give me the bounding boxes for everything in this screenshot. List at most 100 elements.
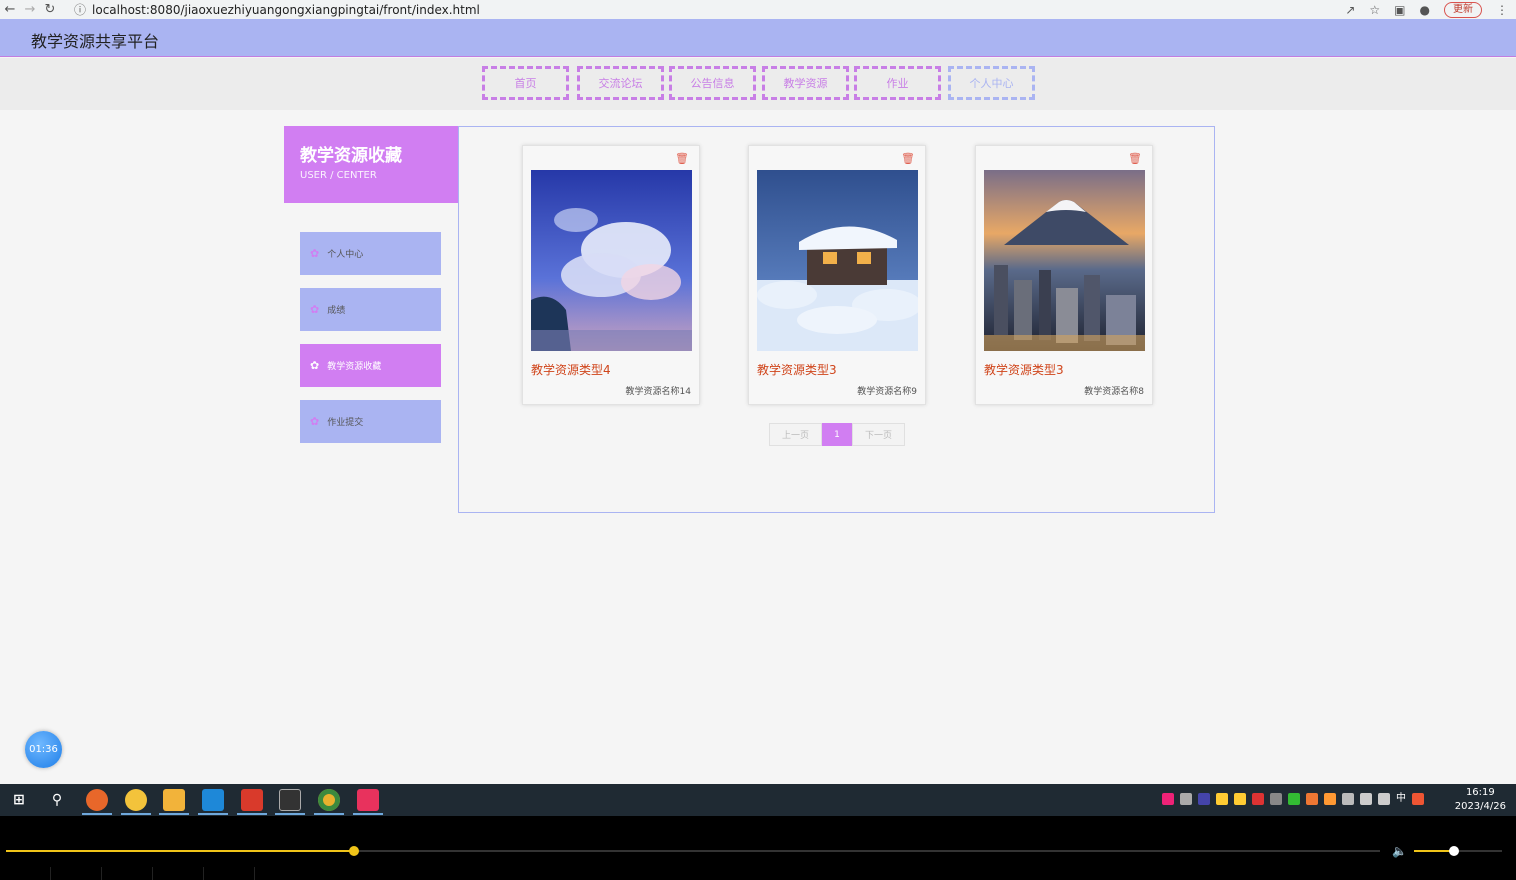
- resource-type[interactable]: 教学资源类型3: [757, 361, 837, 378]
- input-language[interactable]: 中: [1396, 793, 1406, 805]
- sidebar-item-grades[interactable]: ✿ 成绩: [300, 288, 441, 331]
- windows-taskbar: ⊞ ⚲ 中 16:19 2023/4/26: [0, 784, 1516, 816]
- prev-page-button[interactable]: 上一页: [769, 423, 822, 446]
- resource-card[interactable]: 🗑 教学资源类型3 教学资源名称8: [975, 145, 1153, 405]
- update-button[interactable]: 更新: [1444, 1, 1482, 18]
- chrome-icon[interactable]: [318, 789, 340, 811]
- nav-user-center[interactable]: 个人中心: [948, 66, 1035, 100]
- system-tray: 中: [1162, 793, 1424, 805]
- resource-name: 教学资源名称14: [625, 387, 691, 397]
- profile-icon[interactable]: ●: [1420, 3, 1430, 17]
- progress-track[interactable]: [6, 846, 1380, 856]
- forward-icon[interactable]: →: [20, 2, 40, 17]
- sidebar-item-label: 成绩: [327, 306, 346, 316]
- recording-timer[interactable]: 01:36: [25, 731, 62, 768]
- flower-icon: ✿: [310, 359, 320, 372]
- volume-track[interactable]: [1414, 846, 1502, 856]
- progress-fill: [6, 850, 354, 852]
- resource-name: 教学资源名称8: [1084, 387, 1144, 397]
- sidebar-header: 教学资源收藏 USER / CENTER: [284, 126, 458, 203]
- player-button[interactable]: [153, 867, 204, 880]
- sidebar-item-label: 作业提交: [327, 418, 364, 428]
- system-clock[interactable]: 16:19 2023/4/26: [1455, 786, 1506, 814]
- terminal-icon[interactable]: [279, 789, 301, 811]
- favorites-content: 🗑 教学资源类型4 教学资源名称14 🗑 教学资源类型3 教学资源名称9 🗑 教…: [458, 126, 1215, 513]
- tray-app-icon[interactable]: [1234, 793, 1246, 805]
- sogou-icon[interactable]: [1412, 793, 1424, 805]
- volume-fill: [1414, 850, 1454, 852]
- pagination: 上一页 1 下一页: [769, 423, 905, 446]
- resource-type[interactable]: 教学资源类型4: [531, 361, 611, 378]
- top-navigation: 首页 交流论坛 公告信息 教学资源 作业 个人中心: [0, 58, 1516, 110]
- flower-icon: ✿: [310, 303, 320, 316]
- site-header: 教学资源共享平台: [0, 19, 1516, 57]
- tray-app-icon[interactable]: [1198, 793, 1210, 805]
- share-icon[interactable]: ↗: [1345, 3, 1355, 17]
- site-title: 教学资源共享平台: [31, 32, 160, 51]
- info-icon: ⓘ: [74, 3, 87, 17]
- vscode-icon[interactable]: [202, 789, 224, 811]
- trash-icon[interactable]: 🗑: [1128, 152, 1142, 165]
- sidepanel-icon[interactable]: ▣: [1394, 3, 1405, 17]
- sidebar-subtitle: USER / CENTER: [300, 170, 377, 181]
- progress-handle[interactable]: [348, 846, 359, 856]
- nav-notices[interactable]: 公告信息: [669, 66, 756, 100]
- tray-app-icon[interactable]: [1252, 793, 1264, 805]
- resource-image[interactable]: [984, 170, 1145, 351]
- video-player-controls: 🔈: [0, 816, 1516, 880]
- trash-icon[interactable]: 🗑: [675, 152, 689, 165]
- tray-app-icon[interactable]: [1270, 793, 1282, 805]
- menu-dots-icon[interactable]: ⋮: [1496, 3, 1508, 17]
- sidebar-item-user-center[interactable]: ✿ 个人中心: [300, 232, 441, 275]
- resource-card[interactable]: 🗑 教学资源类型3 教学资源名称9: [748, 145, 926, 405]
- tray-app-icon[interactable]: [1306, 793, 1318, 805]
- search-icon[interactable]: ⚲: [46, 789, 68, 811]
- nav-resources[interactable]: 教学资源: [762, 66, 849, 100]
- resource-card[interactable]: 🗑 教学资源类型4 教学资源名称14: [522, 145, 700, 405]
- wifi-icon[interactable]: [1360, 793, 1372, 805]
- firefox-icon[interactable]: [86, 789, 108, 811]
- player-button[interactable]: [102, 867, 153, 880]
- player-button[interactable]: [204, 867, 255, 880]
- nav-home[interactable]: 首页: [482, 66, 569, 100]
- wechat-icon[interactable]: [1288, 793, 1300, 805]
- volume-icon[interactable]: [1378, 793, 1390, 805]
- player-button-row: [0, 867, 255, 880]
- windows-start-icon[interactable]: ⊞: [8, 789, 30, 811]
- bookmark-star-icon[interactable]: ☆: [1369, 3, 1380, 17]
- address-bar[interactable]: ⓘ localhost:8080/jiaoxuezhiyuangongxiangp…: [74, 1, 480, 18]
- nav-forum[interactable]: 交流论坛: [577, 66, 664, 100]
- reload-icon[interactable]: ↻: [40, 2, 60, 17]
- trash-icon[interactable]: 🗑: [901, 152, 915, 165]
- volume-handle[interactable]: [1448, 846, 1459, 856]
- next-page-button[interactable]: 下一页: [852, 423, 905, 446]
- tray-app-icon[interactable]: [1162, 793, 1174, 805]
- browser-toolbar: ← → ↻ ⓘ localhost:8080/jiaoxuezhiyuangong…: [0, 0, 1516, 19]
- page-number-button[interactable]: 1: [822, 423, 852, 446]
- nav-homework[interactable]: 作业: [854, 66, 941, 100]
- sidebar-item-homework-submit[interactable]: ✿ 作业提交: [300, 400, 441, 443]
- clock-date: 2023/4/26: [1454, 801, 1506, 812]
- tray-app-icon[interactable]: [1180, 793, 1192, 805]
- usb-icon[interactable]: [1342, 793, 1354, 805]
- volume-icon[interactable]: 🔈: [1392, 844, 1407, 858]
- intellij-icon[interactable]: [357, 789, 379, 811]
- resource-image[interactable]: [531, 170, 692, 351]
- player-button[interactable]: [51, 867, 102, 880]
- back-icon[interactable]: ←: [0, 2, 20, 17]
- resource-type[interactable]: 教学资源类型3: [984, 361, 1064, 378]
- tray-app-icon[interactable]: [1324, 793, 1336, 805]
- resource-image[interactable]: [757, 170, 918, 351]
- clock-time: 16:19: [1465, 787, 1495, 798]
- flower-icon: ✿: [310, 247, 320, 260]
- sidebar-item-label: 教学资源收藏: [327, 362, 382, 372]
- file-explorer-icon[interactable]: [163, 789, 185, 811]
- flower-icon: ✿: [310, 415, 320, 428]
- duck-app-icon[interactable]: [125, 789, 147, 811]
- sidebar-item-favorites[interactable]: ✿ 教学资源收藏: [300, 344, 441, 387]
- player-button[interactable]: [0, 867, 51, 880]
- wps-icon[interactable]: [241, 789, 263, 811]
- tray-app-icon[interactable]: [1216, 793, 1228, 805]
- url-text: localhost:8080/jiaoxuezhiyuangongxiangpi…: [92, 3, 480, 17]
- resource-name: 教学资源名称9: [857, 387, 917, 397]
